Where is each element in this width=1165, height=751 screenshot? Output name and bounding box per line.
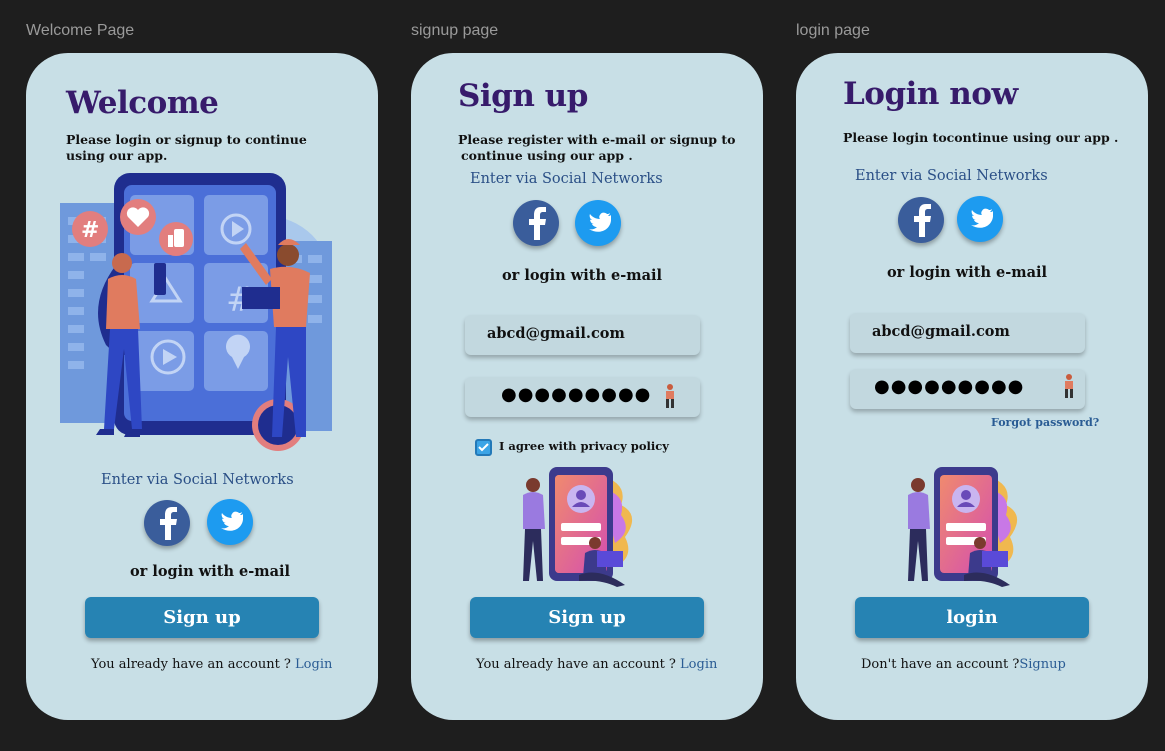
- check-icon: [478, 443, 489, 452]
- footer-text: Don't have an account ?Signup: [861, 657, 1066, 672]
- eye-icon[interactable]: [1062, 373, 1076, 399]
- social-title: Enter via Social Networks: [101, 472, 294, 488]
- social-title: Enter via Social Networks: [855, 168, 1048, 184]
- eye-icon[interactable]: [663, 383, 677, 409]
- or-login-email-label: or login with e-mail: [502, 267, 663, 284]
- signup-button[interactable]: Sign up: [470, 597, 704, 638]
- subtitle: Please register with e-mail or signup to…: [458, 132, 736, 164]
- social-title: Enter via Social Networks: [470, 171, 663, 187]
- frame-label-login: login page: [796, 22, 870, 39]
- welcome-screen: Welcome Please login or signup to contin…: [26, 53, 378, 720]
- login-link[interactable]: Login: [295, 657, 332, 672]
- password-value: ●●●●●●●●●: [501, 384, 652, 405]
- email-field[interactable]: abcd@gmail.com: [465, 315, 700, 355]
- privacy-label: I agree with privacy policy: [499, 439, 669, 453]
- privacy-checkbox[interactable]: [475, 439, 492, 456]
- password-field[interactable]: ●●●●●●●●●: [465, 377, 700, 417]
- footer-prompt: You already have an account ?: [476, 657, 681, 672]
- page-title: Welcome: [66, 85, 219, 121]
- login-illustration: [908, 467, 1018, 587]
- subtitle-line: using our app.: [66, 148, 168, 163]
- or-login-email-label: or login with e-mail: [130, 563, 291, 580]
- signup-link[interactable]: Signup: [1019, 657, 1065, 672]
- signup-button[interactable]: Sign up: [85, 597, 319, 638]
- password-field[interactable]: ●●●●●●●●●: [850, 369, 1085, 409]
- forgot-password-link[interactable]: Forgot password?: [991, 416, 1099, 429]
- frame-label-welcome: Welcome Page: [26, 22, 135, 39]
- login-screen: Login now Please login tocontinue using …: [796, 53, 1148, 720]
- signup-screen: Sign up Please register with e-mail or s…: [411, 53, 763, 720]
- or-login-email-label: or login with e-mail: [887, 264, 1048, 281]
- footer-text: You already have an account ? Login: [91, 657, 332, 672]
- signup-illustration: [523, 467, 633, 587]
- facebook-button[interactable]: [513, 200, 559, 246]
- login-link[interactable]: Login: [680, 657, 717, 672]
- facebook-icon: [914, 204, 931, 237]
- login-button[interactable]: login: [855, 597, 1089, 638]
- page-title: Sign up: [458, 78, 588, 114]
- subtitle-line: continue using our app .: [461, 148, 633, 163]
- subtitle: Please login or signup to continue using…: [66, 132, 307, 164]
- twitter-button[interactable]: [575, 200, 621, 246]
- twitter-button[interactable]: [957, 196, 1003, 242]
- facebook-icon: [160, 507, 177, 540]
- password-value: ●●●●●●●●●: [874, 376, 1025, 397]
- facebook-icon: [529, 207, 546, 240]
- facebook-button[interactable]: [144, 500, 190, 546]
- footer-prompt: Don't have an account ?: [861, 657, 1020, 672]
- email-field[interactable]: abcd@gmail.com: [850, 313, 1085, 353]
- footer-text: You already have an account ? Login: [476, 657, 717, 672]
- subtitle-line: Please login or signup to continue: [66, 132, 307, 147]
- svg-text:#: #: [81, 218, 99, 243]
- social-media-illustration: # #: [60, 173, 332, 451]
- page-title: Login now: [843, 76, 1018, 112]
- twitter-icon: [589, 212, 611, 232]
- facebook-button[interactable]: [898, 197, 944, 243]
- twitter-button[interactable]: [207, 499, 253, 545]
- subtitle-line: Please register with e-mail or signup to: [458, 132, 736, 147]
- frame-label-signup: signup page: [411, 22, 499, 39]
- footer-prompt: You already have an account ?: [91, 657, 296, 672]
- twitter-icon: [221, 511, 243, 531]
- subtitle: Please login tocontinue using our app .: [843, 130, 1119, 145]
- twitter-icon: [971, 208, 993, 228]
